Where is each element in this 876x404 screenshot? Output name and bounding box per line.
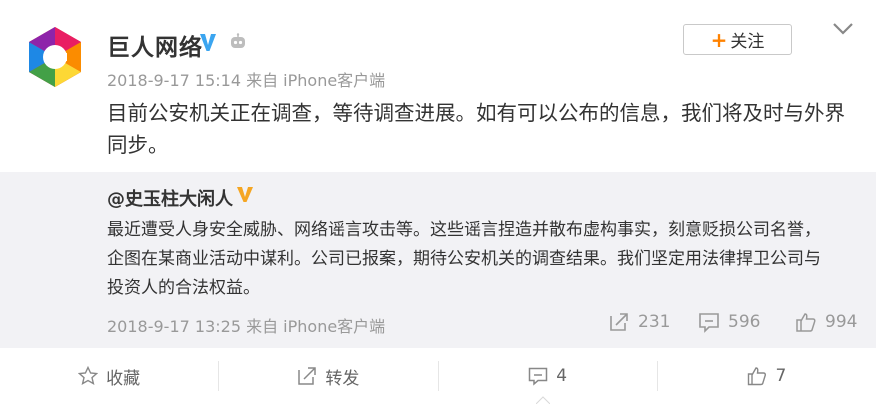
post-text: 目前公安机关正在调查，等待调查进展。如有可以公布的信息，我们将及时与外界同步。 [107, 101, 845, 157]
repost-text: 最近遭受人身安全威胁、网络谣言攻击等。这些谣言捏造并散布虚构事实，刻意贬损公司名… [107, 220, 821, 298]
star-icon [78, 366, 99, 386]
repost-comment-count[interactable]: 596 [698, 311, 760, 333]
follow-label: 关注 [730, 32, 765, 52]
repost-author[interactable]: @史玉柱大闲人 [107, 185, 233, 211]
caret-up-icon [536, 396, 550, 404]
follow-button[interactable]: + 关注 [683, 24, 792, 55]
favorite-button[interactable]: 收藏 [0, 348, 218, 404]
repost-like-count[interactable]: 994 [795, 311, 857, 333]
author-name[interactable]: 巨人网络 [107, 28, 203, 62]
post-meta: 2018-9-17 15:14 来自 iPhone客户端 [107, 71, 386, 90]
action-bar: 收藏 转发 4 7 [0, 348, 876, 404]
verified-badge-icon [200, 34, 216, 51]
repost-count[interactable]: 231 [608, 311, 670, 333]
like-button[interactable]: 7 [658, 348, 876, 404]
robot-icon [231, 33, 245, 48]
repost-card[interactable]: @史玉柱大闲人 最近遭受人身安全威胁、网络谣言攻击等。这些谣言捏造并散布虚构事实… [0, 172, 876, 348]
comment-icon [699, 313, 719, 333]
repost-meta: 2018-9-17 13:25 来自 iPhone客户端 [107, 317, 386, 336]
chevron-down-icon[interactable] [832, 22, 854, 36]
comment-icon [528, 367, 548, 386]
share-icon [298, 367, 317, 385]
avatar-logo[interactable] [22, 24, 88, 90]
thumbs-up-icon [748, 367, 767, 386]
plus-icon: + [710, 27, 728, 52]
share-icon [610, 313, 628, 331]
thumbs-up-icon [796, 313, 816, 332]
verified-badge-icon [237, 187, 253, 202]
repost-button[interactable]: 转发 [219, 348, 437, 404]
